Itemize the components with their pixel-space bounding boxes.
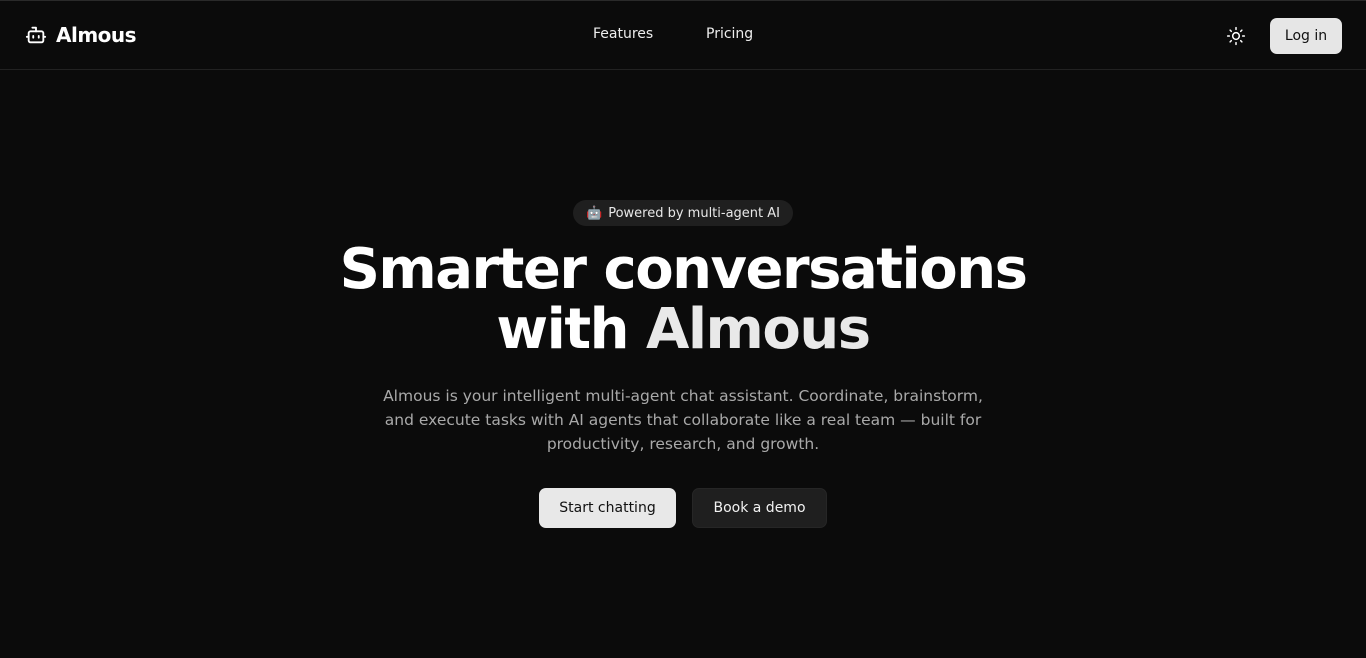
hero-title-line1: Smarter conversations	[339, 237, 1028, 302]
nav-pricing-link[interactable]: Pricing	[706, 26, 753, 42]
hero-title: Smarter conversations with Almous	[283, 240, 1083, 360]
hero-badge: 🤖 Powered by multi-agent AI	[573, 200, 793, 226]
nav-features-link[interactable]: Features	[593, 26, 653, 42]
brand-logo[interactable]: Almous	[25, 22, 137, 48]
site-header: Almous Features Pricing Log in	[0, 1, 1366, 70]
robot-icon	[25, 24, 47, 46]
brand-name: Almous	[56, 23, 137, 47]
book-demo-button[interactable]: Book a demo	[692, 488, 827, 528]
robot-emoji-icon: 🤖	[586, 205, 603, 221]
hero-subtitle: Almous is your intelligent multi-agent c…	[383, 387, 983, 453]
hero-title-brand: Almous	[646, 297, 871, 362]
login-button[interactable]: Log in	[1270, 18, 1342, 54]
hero-title-line2-prefix: with	[496, 297, 629, 362]
start-chatting-button[interactable]: Start chatting	[539, 488, 676, 528]
sun-icon	[1226, 26, 1246, 46]
hero-badge-text: Powered by multi-agent AI	[608, 205, 780, 221]
theme-toggle-button[interactable]	[1226, 26, 1246, 46]
